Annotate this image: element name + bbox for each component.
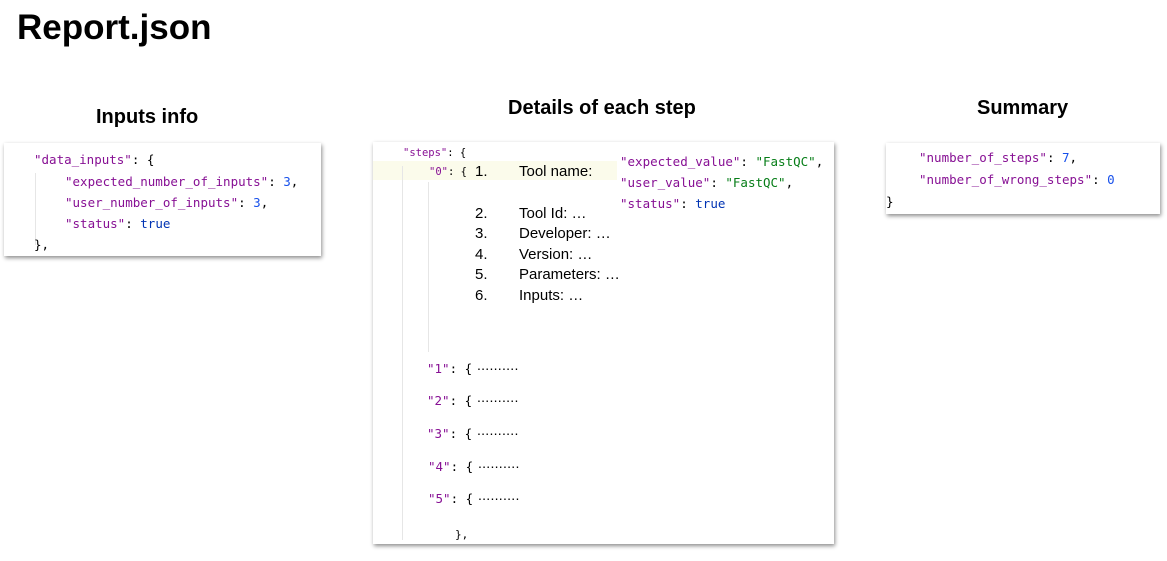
inputs-line-user: "user_number_of_inputs": 3, <box>65 195 269 210</box>
tool-status: "status": true <box>620 196 726 211</box>
list-item: 5. Parameters: … <box>475 266 620 283</box>
indent-guide <box>428 182 429 352</box>
list-item: 2. Tool Id: … <box>475 204 587 222</box>
step-0-line: "0": { <box>429 166 467 178</box>
inputs-section-title: Inputs info <box>96 106 199 128</box>
collapsed-step-4[interactable]: "4": { ·········· <box>428 455 520 477</box>
collapsed-step-3[interactable]: "3": { ·········· <box>427 422 519 444</box>
indent-guide <box>402 166 403 540</box>
steps-close-line: }, <box>455 528 469 541</box>
list-item: 4. Version: … <box>475 245 593 263</box>
summary-close-line: } <box>886 194 894 209</box>
collapsed-step-5[interactable]: "5": { ·········· <box>428 487 520 509</box>
inputs-line-data-inputs: "data_inputs": { <box>34 152 155 167</box>
inputs-code-panel: "data_inputs": { "expected_number_of_inp… <box>4 143 321 256</box>
summary-line-wrong-steps: "number_of_wrong_steps": 0 <box>919 172 1115 187</box>
tool-expected-value: "expected_value": "FastQC", <box>620 154 824 169</box>
summary-code-panel: "number_of_steps": 7, "number_of_wrong_s… <box>886 143 1160 214</box>
tool-user-value: "user_value": "FastQC", <box>620 175 794 190</box>
step-detail-list: 1. Tool name: 2. Tool Id: … 3. Developer: …… <box>475 162 620 306</box>
steps-code-panel: "steps": { "0": { 1. Tool name: 2. Tool Id… <box>373 142 834 544</box>
steps-section-title: Details of each step <box>508 97 696 119</box>
inputs-line-expected: "expected_number_of_inputs": 3, <box>65 174 299 189</box>
steps-root-line: "steps": { <box>403 147 467 159</box>
list-item: 6. Inputs: … <box>475 286 584 304</box>
inputs-line-status: "status": true <box>65 216 171 231</box>
collapsed-step-1[interactable]: "1": { ·········· <box>427 357 519 379</box>
inputs-line-close: }, <box>34 237 50 252</box>
collapsed-step-2[interactable]: "2": { ·········· <box>427 389 519 411</box>
summary-section-title: Summary <box>977 97 1069 119</box>
page-title: Report.json <box>17 8 212 47</box>
list-item: 1. Tool name: <box>475 163 593 180</box>
list-item: 3. Developer: … <box>475 225 611 242</box>
summary-line-number-of-steps: "number_of_steps": 7, <box>919 150 1078 165</box>
